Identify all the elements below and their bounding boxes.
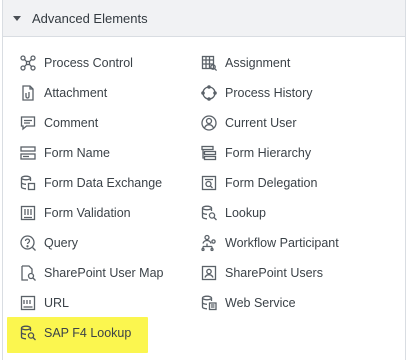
element-label: SharePoint Users [225, 266, 323, 280]
panel-title: Advanced Elements [32, 10, 148, 26]
element-form-hierarchy[interactable]: Form Hierarchy [200, 142, 311, 164]
element-label: Attachment [44, 86, 108, 100]
element-label: Web Service [225, 296, 296, 310]
element-web-service[interactable]: Web Service [200, 292, 296, 314]
element-label: URL [44, 296, 70, 310]
element-label: Form Hierarchy [225, 146, 312, 160]
element-assignment[interactable]: Assignment [200, 52, 290, 74]
element-current-user[interactable]: Current User [200, 112, 297, 134]
lookup-icon [200, 204, 218, 222]
element-label: Lookup [225, 206, 267, 220]
url-icon [19, 294, 37, 312]
element-label: Form Name [44, 146, 110, 160]
element-query[interactable]: Query [19, 232, 78, 254]
form-validation-icon [19, 204, 37, 222]
element-url[interactable]: URL [19, 292, 69, 314]
element-sharepoint-user-map[interactable]: SharePoint User Map [19, 262, 164, 284]
element-label: Form Data Exchange [44, 176, 163, 190]
query-icon [19, 234, 37, 252]
element-label: Current User [225, 116, 297, 130]
delegation-icon [200, 174, 218, 192]
element-process-history[interactable]: Process History [200, 82, 313, 104]
assignment-icon [200, 54, 218, 72]
element-label: Form Delegation [225, 176, 318, 190]
element-label: SAP F4 Lookup [44, 326, 132, 340]
element-label: SharePoint User Map [44, 266, 164, 280]
sap-lookup-icon [19, 324, 37, 342]
current-user-icon [200, 114, 218, 132]
caret-down-icon[interactable] [13, 15, 21, 21]
paperclip-document-icon [19, 84, 37, 102]
advanced-elements-header[interactable]: Advanced Elements [3, 0, 405, 37]
user-map-icon [19, 264, 37, 282]
element-form-delegation[interactable]: Form Delegation [200, 172, 317, 194]
element-label: Assignment [225, 56, 291, 70]
element-label: Process Control [44, 56, 133, 70]
sharepoint-users-icon [200, 264, 218, 282]
hierarchy-icon [200, 144, 218, 162]
element-form-data-exchange[interactable]: Form Data Exchange [19, 172, 162, 194]
element-label: Workflow Participant [225, 236, 339, 250]
element-process-control[interactable]: Process Control [19, 52, 133, 74]
element-sharepoint-users[interactable]: SharePoint Users [200, 262, 323, 284]
element-label: Query [44, 236, 79, 250]
process-history-icon [200, 84, 218, 102]
element-form-validation[interactable]: Form Validation [19, 202, 131, 224]
element-comment[interactable]: Comment [19, 112, 98, 134]
element-label: Form Validation [44, 206, 131, 220]
element-label: Process History [225, 86, 313, 100]
network-nodes-icon [19, 54, 37, 72]
element-sap-f4-lookup[interactable]: SAP F4 Lookup [19, 322, 131, 344]
element-workflow-participant[interactable]: Workflow Participant [200, 232, 339, 254]
element-attachment[interactable]: Attachment [19, 82, 107, 104]
database-exchange-icon [19, 174, 37, 192]
element-lookup[interactable]: Lookup [200, 202, 266, 224]
comment-icon [19, 114, 37, 132]
web-service-icon [200, 294, 218, 312]
advanced-elements-panel: Advanced Elements Process Control Attach… [2, 0, 406, 360]
element-form-name[interactable]: Form Name [19, 142, 110, 164]
element-label: Comment [44, 116, 99, 130]
workflow-participant-icon [200, 234, 218, 252]
form-name-icon [19, 144, 37, 162]
